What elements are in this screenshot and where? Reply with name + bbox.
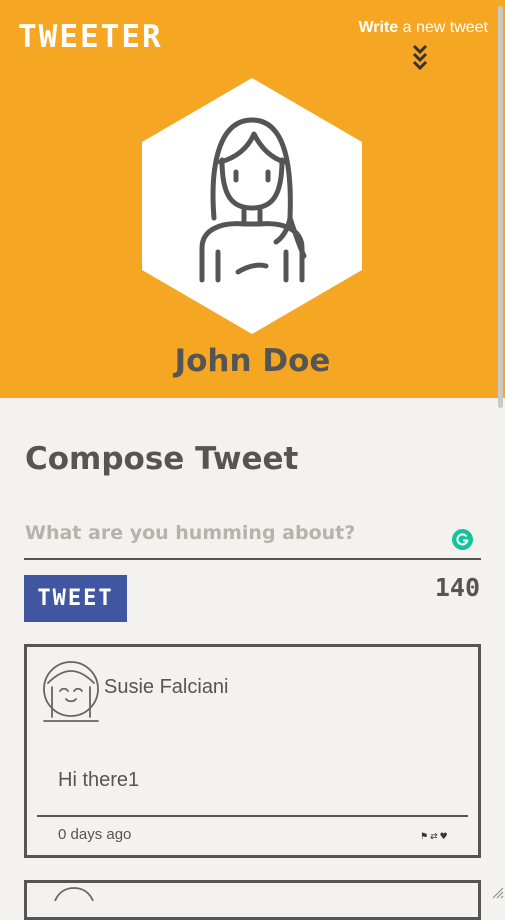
profile-name: John Doe <box>174 343 331 379</box>
write-label-rest: a new tweet <box>398 19 488 36</box>
tweet-author-avatar <box>54 887 94 901</box>
heart-icon[interactable]: ♥ <box>440 831 448 843</box>
tweet-submit-button[interactable]: TWEET <box>24 575 127 622</box>
tweet-input[interactable] <box>24 508 481 560</box>
char-counter: 140 <box>434 573 480 602</box>
write-tweet-link[interactable]: Write a new tweet <box>358 19 488 37</box>
tweet-author-avatar <box>43 661 99 722</box>
flag-icon[interactable]: ⚑ <box>420 831 428 843</box>
tweet-divider <box>37 815 468 817</box>
tweet-timestamp: 0 days ago <box>58 826 132 843</box>
scrollbar-thumb[interactable] <box>498 6 503 408</box>
resize-grip-icon[interactable] <box>491 886 504 899</box>
profile-header: TWEETER Write a new tweet John Doe <box>0 0 505 398</box>
grammarly-icon[interactable] <box>452 529 473 550</box>
profile-avatar <box>142 78 362 334</box>
brand-logo[interactable]: TWEETER <box>18 19 163 55</box>
tweet-content: Hi there1 <box>58 769 140 791</box>
retweet-icon[interactable]: ⇄ <box>430 831 438 843</box>
tweet-card: Susie Falciani Hi there1 0 days ago ⚑ ⇄ … <box>24 644 481 858</box>
tweet-card <box>24 880 481 920</box>
compose-title: Compose Tweet <box>25 441 299 477</box>
double-chevron-down-icon[interactable] <box>410 43 430 71</box>
tweet-author-name: Susie Falciani <box>104 676 229 698</box>
write-label-bold: Write <box>358 19 399 36</box>
tweet-actions: ⚑ ⇄ ♥ <box>420 831 448 843</box>
